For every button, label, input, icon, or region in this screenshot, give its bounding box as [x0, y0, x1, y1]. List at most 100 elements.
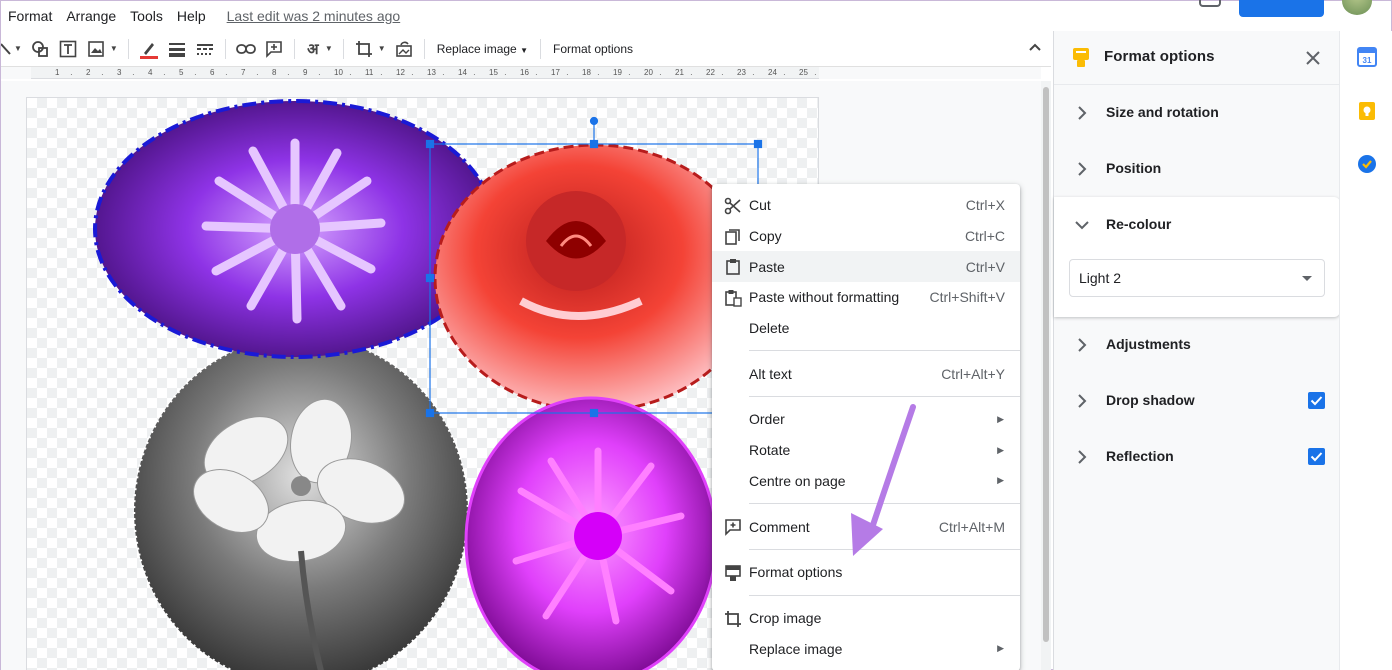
menu-item-delete[interactable]: Delete	[712, 313, 1020, 344]
horizontal-ruler[interactable]: 1 · 2 · 3 · 4 · 5 · 6 · 7 · 8 · 9 · 10 · 11 · 12 · 13 · 14 · 15 · 16 · 1…	[31, 67, 819, 79]
magenta-flower-image[interactable]	[464, 396, 718, 670]
menu-item-label: Crop image	[749, 609, 822, 626]
menu-item-paste-without-formatting[interactable]: Paste without formatting Ctrl+Shift+V	[712, 282, 1020, 313]
menu-item-replace-image[interactable]: Replace image ▶	[712, 633, 1020, 664]
menu-item-shortcut: Ctrl+V	[965, 258, 1005, 275]
section-label: Reflection	[1106, 448, 1174, 464]
reset-image-icon[interactable]	[393, 38, 415, 60]
input-tools-caret-icon[interactable]: ▼	[325, 44, 333, 53]
menu-format[interactable]: Format	[8, 8, 52, 24]
image-caret-icon[interactable]: ▼	[110, 44, 118, 53]
menu-item-label: Comment	[749, 518, 810, 535]
scrollbar-thumb[interactable]	[1043, 87, 1049, 642]
ruler-tick-mark: ·	[535, 70, 538, 79]
line-icon[interactable]	[1, 38, 11, 60]
format-options-icon	[725, 565, 741, 581]
menu-item-crop-image[interactable]: Crop image	[712, 603, 1020, 634]
line-caret-icon[interactable]: ▼	[14, 44, 22, 53]
ruler-tick-mark: ·	[752, 70, 755, 79]
comment-history-icon[interactable]	[1199, 0, 1221, 7]
submenu-arrow-icon: ▶	[997, 444, 1004, 455]
section-size-and-rotation[interactable]: Size and rotation	[1054, 85, 1340, 141]
link-icon[interactable]	[235, 38, 257, 60]
crop-tool-icon[interactable]	[353, 38, 375, 60]
drop-shadow-checkbox[interactable]	[1308, 392, 1325, 409]
red-rose-image[interactable]	[433, 143, 757, 413]
image-icon[interactable]	[85, 38, 107, 60]
ruler-tick-label: 10	[334, 68, 343, 77]
resize-handle[interactable]	[425, 408, 435, 418]
add-comment-icon[interactable]	[263, 38, 285, 60]
reflection-checkbox[interactable]	[1308, 448, 1325, 465]
rotate-handle[interactable]	[589, 116, 599, 126]
purple-flower-image[interactable]	[93, 99, 497, 359]
resize-handle[interactable]	[753, 139, 763, 149]
chevron-right-icon	[1078, 338, 1087, 352]
replace-image-caret-icon: ▼	[520, 45, 528, 55]
section-reflection[interactable]: Reflection	[1054, 429, 1340, 485]
input-tools-icon[interactable]: अ	[304, 38, 322, 60]
ruler-tick-label: 18	[582, 68, 591, 77]
toolbar-divider	[342, 38, 344, 59]
format-options-button[interactable]: Format options	[553, 42, 633, 56]
section-recolour-header[interactable]: Re-colour	[1054, 197, 1340, 253]
menu-item-cut[interactable]: Cut Ctrl+X	[712, 190, 1020, 221]
border-dash-icon[interactable]	[194, 38, 216, 60]
menu-item-label: Order	[749, 411, 785, 428]
toolbar-divider	[293, 38, 295, 59]
menu-item-paste[interactable]: Paste Ctrl+V	[712, 251, 1020, 283]
toolbar-divider	[224, 38, 226, 59]
shape-icon[interactable]	[29, 38, 51, 60]
ruler-tick-label: 9	[303, 68, 308, 77]
section-adjustments[interactable]: Adjustments	[1054, 317, 1340, 373]
crop-caret-icon[interactable]: ▼	[378, 44, 386, 53]
chevron-down-icon	[1075, 221, 1089, 230]
menu-help[interactable]: Help	[177, 8, 206, 24]
gray-flower-image[interactable]	[132, 334, 470, 670]
resize-handle[interactable]	[589, 139, 599, 149]
menu-item-copy[interactable]: Copy Ctrl+C	[712, 221, 1020, 252]
keep-icon[interactable]	[1357, 101, 1377, 121]
ruler-tick-mark: ·	[566, 70, 569, 79]
ruler-tick-mark: ·	[442, 70, 445, 79]
menu-tools[interactable]: Tools	[130, 8, 163, 24]
menu-item-format-options[interactable]: Format options	[712, 557, 1020, 588]
panel-title: Format options	[1104, 48, 1215, 65]
resize-handle[interactable]	[425, 273, 435, 283]
menu-item-shortcut: Ctrl+Alt+M	[938, 518, 1005, 535]
ruler-tick-mark: ·	[225, 70, 228, 79]
calendar-icon[interactable]: 31	[1357, 47, 1377, 67]
section-drop-shadow[interactable]: Drop shadow	[1054, 373, 1340, 429]
menu-item-label: Cut	[749, 197, 771, 214]
resize-handle[interactable]	[589, 408, 599, 418]
recolour-dropdown[interactable]: Light 2	[1069, 259, 1325, 297]
section-label: Size and rotation	[1106, 104, 1219, 120]
toolbar-divider	[423, 38, 425, 59]
menu-item-alt-text[interactable]: Alt text Ctrl+Alt+Y	[712, 358, 1020, 389]
format-options-panel: Format options Size and rotation Positio…	[1053, 31, 1340, 670]
ruler-tick-label: 25	[799, 68, 808, 77]
checkmark-icon	[1310, 452, 1323, 462]
submenu-arrow-icon: ▶	[997, 475, 1004, 486]
collapse-toolbar-icon[interactable]	[1027, 39, 1043, 55]
ruler-tick-label: 7	[241, 68, 246, 77]
section-position[interactable]: Position	[1054, 141, 1340, 197]
menu-arrange[interactable]: Arrange	[66, 8, 116, 24]
ruler-tick-label: 11	[365, 68, 374, 77]
ruler-tick-label: 14	[458, 68, 467, 77]
close-icon[interactable]	[1304, 49, 1322, 67]
ruler-tick-label: 22	[706, 68, 715, 77]
border-color-icon[interactable]	[138, 38, 160, 60]
chevron-right-icon	[1078, 450, 1087, 464]
dropdown-caret-icon	[1302, 276, 1312, 281]
share-button[interactable]	[1239, 0, 1324, 17]
last-edit-link[interactable]: Last edit was 2 minutes ago	[227, 8, 401, 24]
menu-item-shortcut: Ctrl+X	[965, 197, 1005, 214]
resize-handle[interactable]	[425, 139, 435, 149]
text-box-icon[interactable]	[57, 38, 79, 60]
tasks-icon[interactable]	[1357, 154, 1377, 174]
replace-image-button[interactable]: Replace image ▼	[437, 42, 528, 56]
border-weight-icon[interactable]	[166, 38, 188, 60]
replace-image-label: Replace image	[436, 41, 517, 56]
ruler-tick-label: 19	[613, 68, 622, 77]
